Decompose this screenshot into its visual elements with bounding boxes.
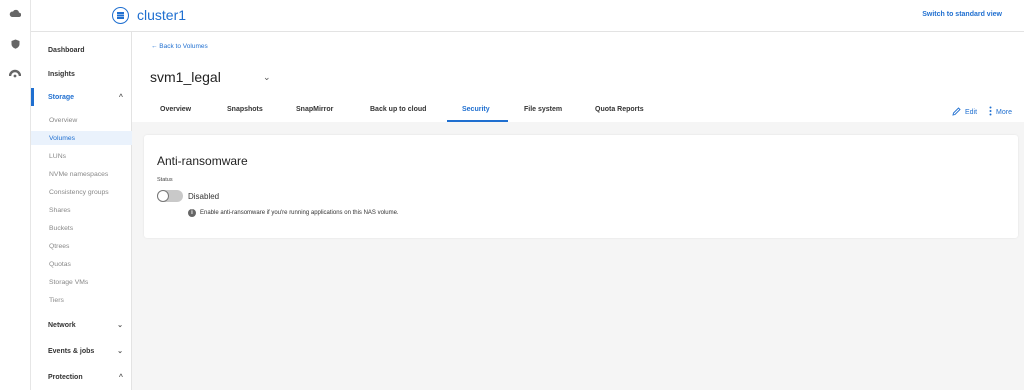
sidebar-item-storage-vms[interactable]: Storage VMs xyxy=(31,275,132,289)
anti-ransomware-card: Anti-ransomware Status Disabled i Enable… xyxy=(144,135,1018,238)
dashboard-gauge-icon[interactable] xyxy=(8,66,22,80)
top-bar: cluster1 Switch to standard view xyxy=(31,0,1024,32)
sidebar-item-label: Storage VMs xyxy=(49,278,89,286)
vertical-ellipsis-icon xyxy=(989,106,992,118)
sidebar-item-label: Buckets xyxy=(49,224,74,232)
sidebar-item-label: Insights xyxy=(48,70,75,78)
sidebar: Dashboard Insights Storage ^ Overview Vo… xyxy=(31,32,132,390)
tab-quota-reports[interactable]: Quota Reports xyxy=(595,106,644,113)
sidebar-item-label: Protection xyxy=(48,373,83,381)
switch-to-standard-view-link[interactable]: Switch to standard view xyxy=(922,11,1002,18)
volume-header: ← Back to Volumes svm1_legal ⌄ Overview … xyxy=(132,32,1024,122)
sidebar-item-label: NVMe namespaces xyxy=(49,170,109,178)
sidebar-item-volumes[interactable]: Volumes xyxy=(31,131,132,145)
tab-back-up-to-cloud[interactable]: Back up to cloud xyxy=(370,106,426,113)
tab-overview[interactable]: Overview xyxy=(160,106,191,113)
tab-snapshots[interactable]: Snapshots xyxy=(227,106,263,113)
tab-snapmirror[interactable]: SnapMirror xyxy=(296,106,333,113)
sidebar-item-nvme-namespaces[interactable]: NVMe namespaces xyxy=(31,167,132,181)
toggle-knob xyxy=(157,190,169,202)
chevron-down-icon: ⌄ xyxy=(117,348,123,355)
edit-button[interactable]: Edit xyxy=(952,106,978,118)
sidebar-item-shares[interactable]: Shares xyxy=(31,203,132,217)
info-icon: i xyxy=(188,209,196,217)
sidebar-item-insights[interactable]: Insights xyxy=(31,67,132,81)
cloud-icon[interactable] xyxy=(8,6,22,20)
icon-rail xyxy=(0,0,31,390)
sidebar-item-label: Storage xyxy=(48,93,75,101)
sidebar-item-qtrees[interactable]: Qtrees xyxy=(31,239,132,253)
back-to-volumes-link[interactable]: ← Back to Volumes xyxy=(151,43,208,50)
sidebar-item-label: Volumes xyxy=(49,134,76,142)
pencil-icon xyxy=(952,106,961,118)
sidebar-item-luns[interactable]: LUNs xyxy=(31,149,132,163)
more-label: More xyxy=(996,108,1012,116)
cluster-logo-icon xyxy=(112,7,129,24)
status-value: Disabled xyxy=(188,192,220,201)
sidebar-item-label: Tiers xyxy=(49,296,64,304)
chevron-down-icon: ⌄ xyxy=(117,322,123,329)
sidebar-item-label: Quotas xyxy=(49,260,71,268)
sidebar-item-label: Shares xyxy=(49,206,71,214)
sidebar-item-quotas[interactable]: Quotas xyxy=(31,257,132,271)
sidebar-item-label: Overview xyxy=(49,116,78,124)
main-content: ← Back to Volumes svm1_legal ⌄ Overview … xyxy=(132,32,1024,390)
sidebar-item-consistency-groups[interactable]: Consistency groups xyxy=(31,185,132,199)
sidebar-item-events-jobs[interactable]: Events & jobs ⌄ xyxy=(31,344,132,358)
chevron-up-icon: ^ xyxy=(118,373,123,381)
sidebar-item-tiers[interactable]: Tiers xyxy=(31,293,132,307)
sidebar-item-storage[interactable]: Storage ^ xyxy=(31,90,132,104)
sidebar-item-buckets[interactable]: Buckets xyxy=(31,221,132,235)
more-button[interactable]: More xyxy=(989,106,1012,118)
status-label: Status xyxy=(157,177,173,183)
volume-selector-chevron-icon[interactable]: ⌄ xyxy=(263,72,271,83)
tab-file-system[interactable]: File system xyxy=(524,106,562,113)
sidebar-item-overview[interactable]: Overview xyxy=(31,113,132,127)
anti-ransomware-toggle[interactable] xyxy=(157,190,183,202)
cluster-name: cluster1 xyxy=(137,7,187,23)
sidebar-item-label: Network xyxy=(48,321,76,329)
sidebar-item-label: Consistency groups xyxy=(49,188,109,196)
sidebar-item-label: LUNs xyxy=(49,152,66,160)
shield-icon[interactable] xyxy=(8,37,22,51)
sidebar-item-label: Qtrees xyxy=(49,242,70,250)
chevron-up-icon: ^ xyxy=(118,93,123,101)
tab-security[interactable]: Security xyxy=(462,106,490,113)
header-actions: Edit More xyxy=(952,106,1012,118)
sidebar-item-network[interactable]: Network ⌄ xyxy=(31,318,132,332)
active-tab-indicator xyxy=(447,120,508,122)
info-text: Enable anti-ransomware if you're running… xyxy=(200,210,399,216)
tab-bar: Overview Snapshots SnapMirror Back up to… xyxy=(132,104,1024,122)
edit-label: Edit xyxy=(964,108,978,116)
volume-title: svm1_legal xyxy=(150,69,221,85)
info-message: i Enable anti-ransomware if you're runni… xyxy=(188,209,399,217)
sidebar-item-protection[interactable]: Protection ^ xyxy=(31,370,132,384)
card-title: Anti-ransomware xyxy=(157,154,248,168)
sidebar-item-dashboard[interactable]: Dashboard xyxy=(31,43,132,57)
sidebar-item-label: Dashboard xyxy=(48,46,85,54)
sidebar-item-label: Events & jobs xyxy=(48,347,95,355)
